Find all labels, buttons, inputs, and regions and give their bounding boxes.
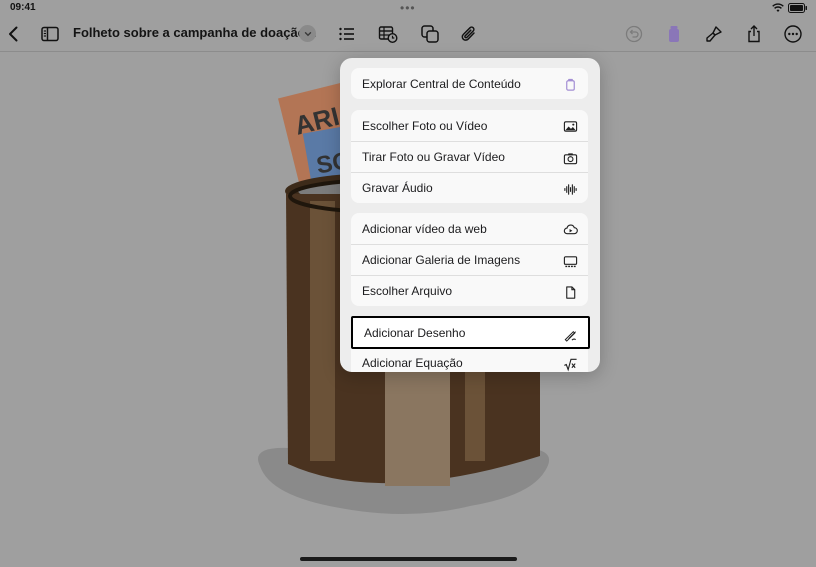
brush-icon[interactable] bbox=[702, 22, 726, 46]
menu-item-add-drawing[interactable]: Adicionar Desenho bbox=[351, 316, 590, 349]
chevron-down-icon[interactable] bbox=[299, 25, 316, 42]
gallery-icon bbox=[562, 253, 578, 269]
menu-item-explore-content[interactable]: Explorar Central de Conteúdo bbox=[351, 68, 588, 99]
camera-icon bbox=[562, 150, 578, 166]
share-icon[interactable] bbox=[742, 22, 766, 46]
waveform-icon bbox=[562, 181, 578, 197]
menu-item-add-drawing-row[interactable]: Adicionar Desenho bbox=[353, 318, 588, 347]
more-icon[interactable] bbox=[781, 22, 805, 46]
menu-group-media: Escolher Foto ou Vídeo Tirar Foto ou Gra… bbox=[351, 110, 588, 203]
cloud-play-icon bbox=[562, 221, 578, 237]
file-icon bbox=[562, 284, 578, 300]
status-time: 09:41 bbox=[10, 2, 36, 13]
sidebar-icon[interactable] bbox=[38, 22, 62, 46]
menu-item-take-photo[interactable]: Tirar Foto ou Gravar Vídeo bbox=[351, 141, 588, 172]
menu-item-label: Adicionar Galeria de Imagens bbox=[362, 253, 521, 267]
shapes-icon[interactable] bbox=[418, 22, 442, 46]
menu-item-record-audio[interactable]: Gravar Áudio bbox=[351, 172, 588, 203]
multitasking-dots[interactable]: ••• bbox=[400, 1, 416, 15]
battery-icon bbox=[788, 3, 808, 16]
menu-item-choose-photo[interactable]: Escolher Foto ou Vídeo bbox=[351, 110, 588, 141]
wifi-icon bbox=[772, 3, 784, 16]
menu-item-label: Tirar Foto ou Gravar Vídeo bbox=[362, 150, 505, 164]
menu-item-label: Escolher Foto ou Vídeo bbox=[362, 118, 488, 133]
table-clock-icon[interactable] bbox=[376, 22, 400, 46]
menu-item-label: Explorar Central de Conteúdo bbox=[362, 76, 521, 91]
paperclip-icon[interactable] bbox=[457, 22, 481, 46]
status-bar: 09:41 ••• bbox=[0, 0, 816, 16]
menu-item-label: Escolher Arquivo bbox=[362, 284, 453, 298]
undo-icon[interactable] bbox=[622, 22, 646, 46]
list-icon[interactable] bbox=[335, 22, 359, 46]
document-toolbar: Folheto sobre a campanha de doação... bbox=[0, 16, 816, 52]
menu-group-web: Adicionar vídeo da web Adicionar Galeria… bbox=[351, 213, 588, 306]
menu-item-image-gallery[interactable]: Adicionar Galeria de Imagens bbox=[351, 244, 588, 275]
menu-group-content: Explorar Central de Conteúdo bbox=[351, 68, 588, 99]
menu-item-label: Adicionar Equação bbox=[362, 356, 463, 370]
trash-icon[interactable] bbox=[662, 22, 686, 46]
menu-item-label: Adicionar Desenho bbox=[364, 325, 466, 340]
content-hub-icon bbox=[562, 76, 578, 92]
menu-item-label: Adicionar vídeo da web bbox=[362, 221, 487, 236]
drawing-icon bbox=[562, 326, 578, 342]
menu-item-web-video[interactable]: Adicionar vídeo da web bbox=[351, 213, 588, 244]
back-icon[interactable] bbox=[2, 22, 26, 46]
menu-item-label: Gravar Áudio bbox=[362, 181, 433, 195]
home-indicator[interactable] bbox=[300, 557, 517, 561]
photo-icon bbox=[562, 118, 578, 134]
sqrt-icon bbox=[562, 356, 578, 372]
menu-item-add-equation[interactable]: Adicionar Equação bbox=[351, 347, 588, 372]
menu-item-choose-file[interactable]: Escolher Arquivo bbox=[351, 275, 588, 306]
document-title[interactable]: Folheto sobre a campanha de doação... bbox=[73, 25, 316, 40]
